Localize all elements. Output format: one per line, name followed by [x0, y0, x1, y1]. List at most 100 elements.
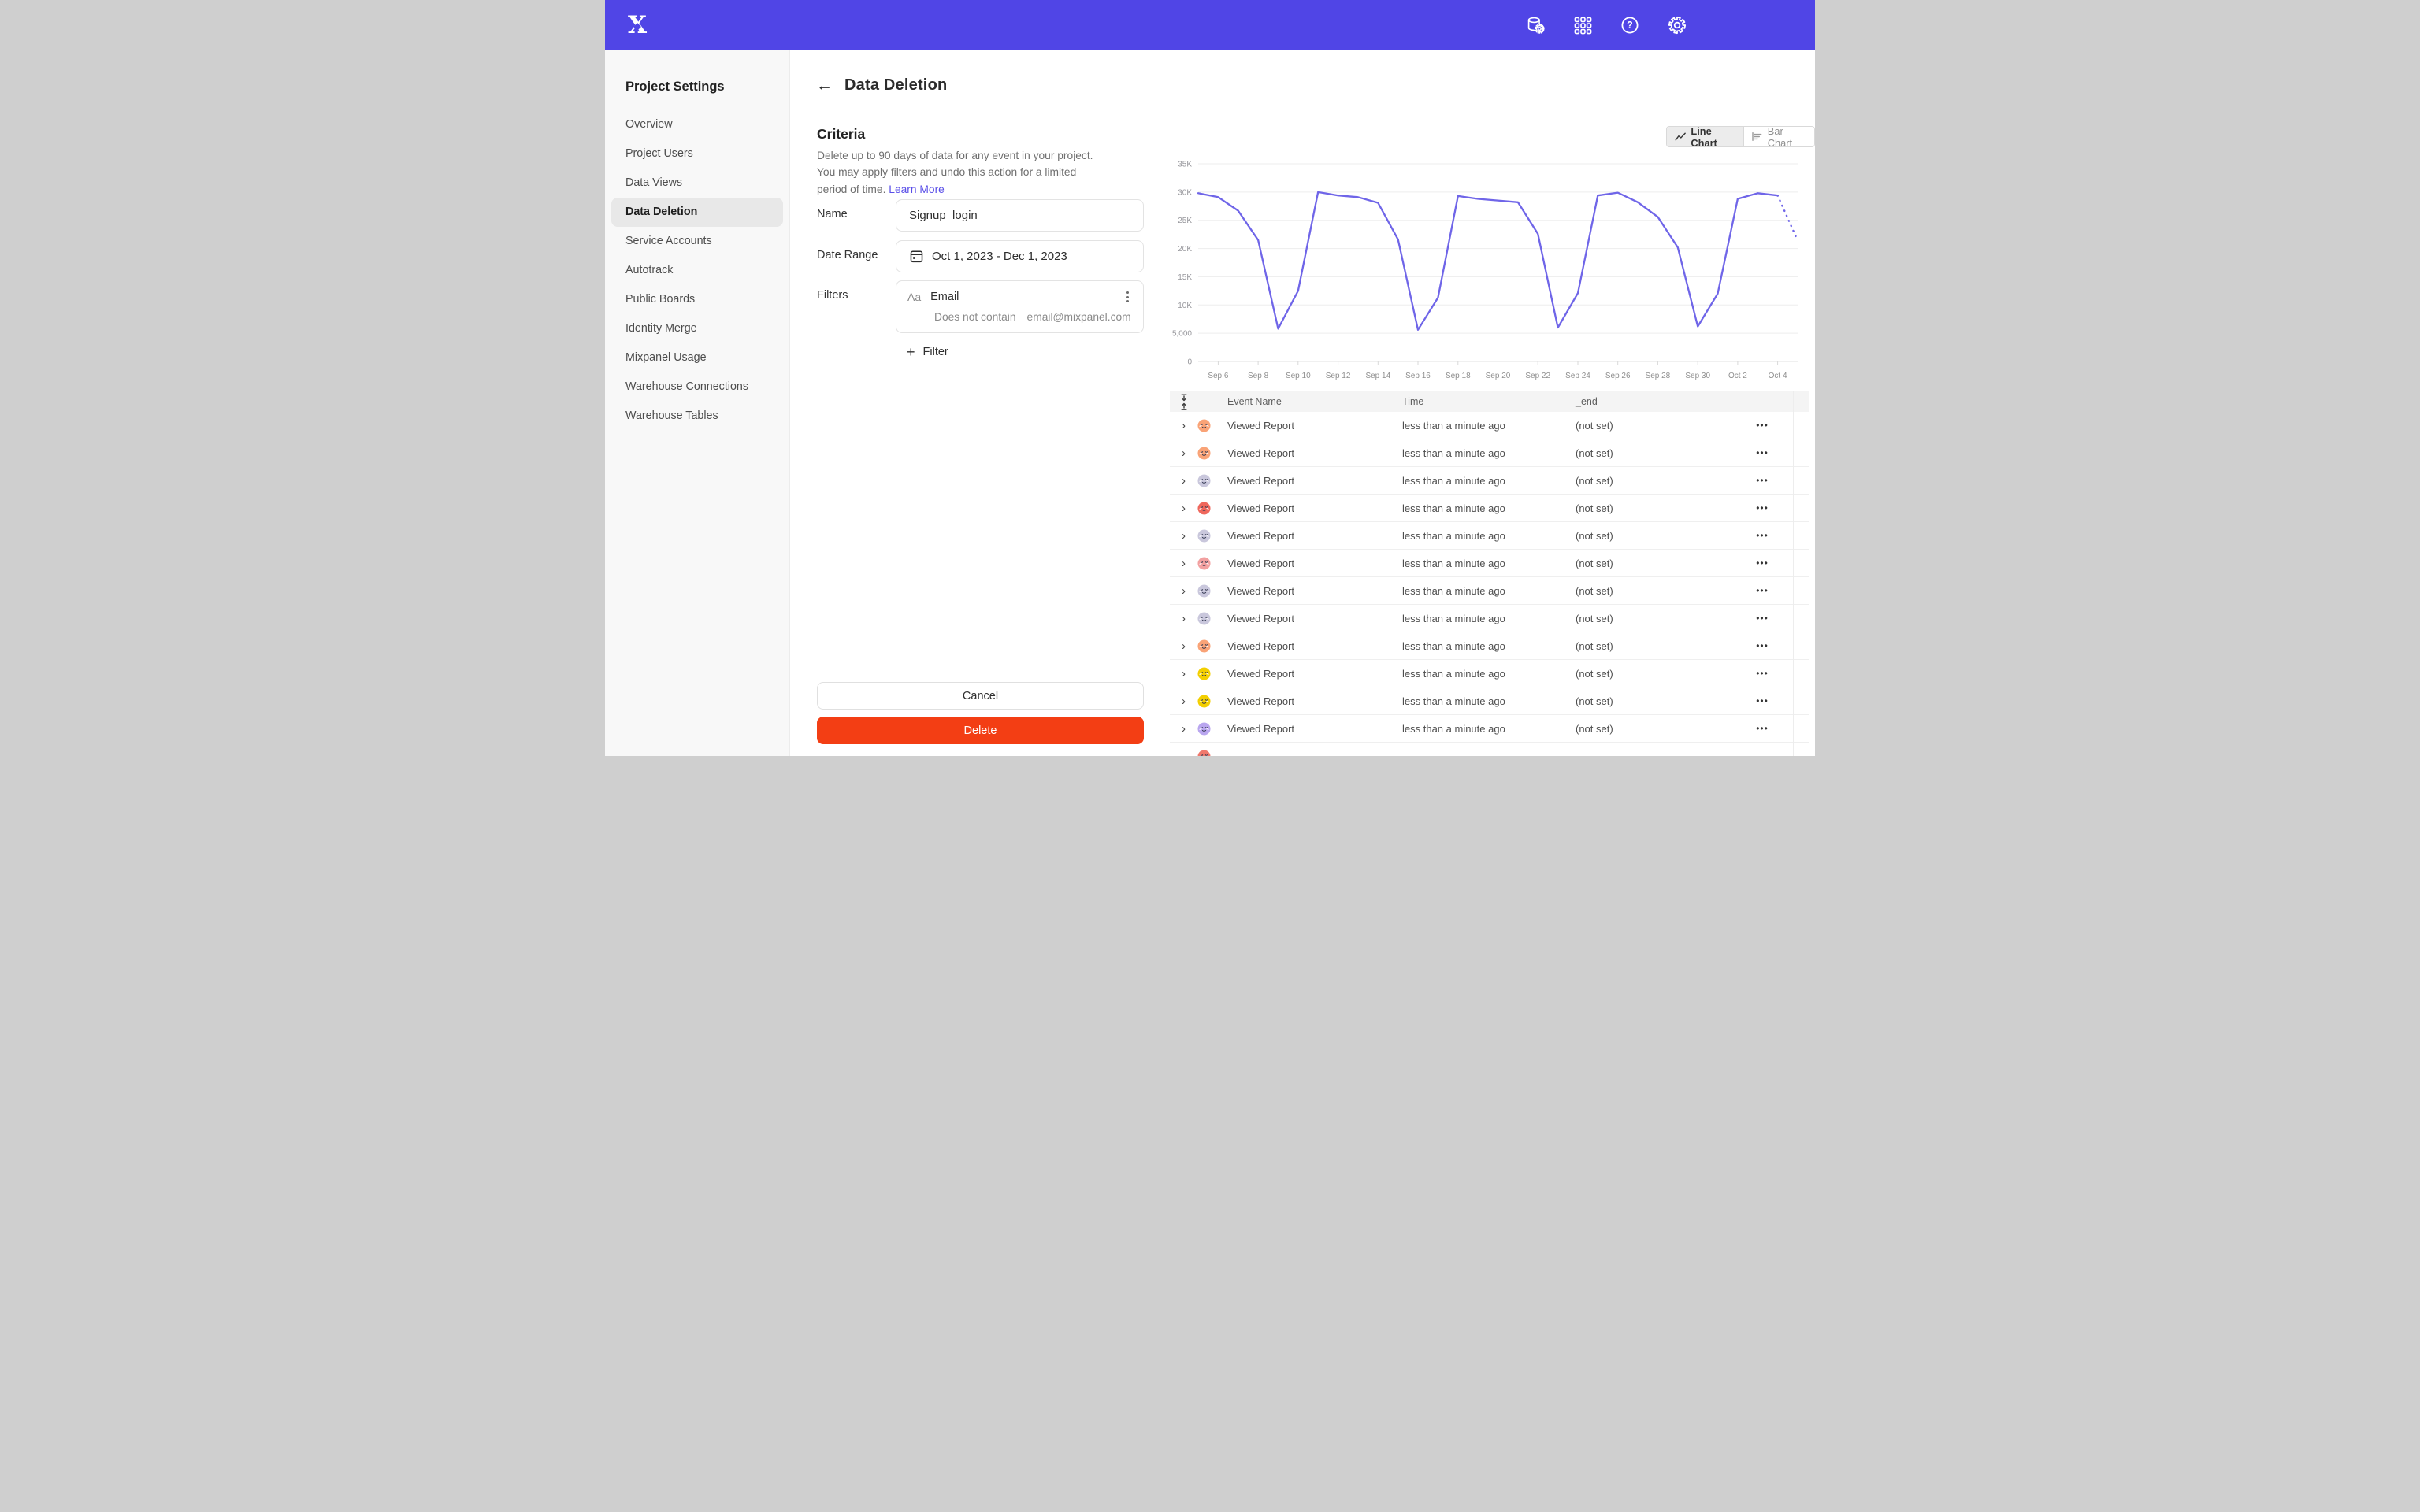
sidebar-item-data-views[interactable]: Data Views	[611, 169, 783, 198]
settings-gear-icon[interactable]	[1667, 15, 1687, 35]
svg-text:Sep 24: Sep 24	[1565, 372, 1590, 380]
cell-time: less than a minute ago	[1402, 585, 1576, 597]
cell-end: (not set)	[1576, 640, 1731, 652]
col-header-event-name[interactable]: Event Name	[1227, 396, 1402, 407]
back-button[interactable]: ←	[816, 77, 833, 94]
table-row[interactable]: ›Viewed Reportless than a minute ago(not…	[1170, 687, 1809, 715]
sidebar-item-project-users[interactable]: Project Users	[611, 139, 783, 169]
cell-end: (not set)	[1576, 502, 1731, 514]
table-row[interactable]: ›Viewed Reportless than a minute ago(not…	[1170, 550, 1809, 577]
sidebar-item-service-accounts[interactable]: Service Accounts	[611, 227, 783, 256]
line-chart-label: Line Chart	[1691, 126, 1735, 147]
expand-chevron-icon[interactable]: ›	[1170, 722, 1197, 736]
more-horizontal-icon[interactable]: •••	[1731, 420, 1793, 431]
more-horizontal-icon[interactable]: •••	[1731, 668, 1793, 679]
mixpanel-logo[interactable]: X	[622, 9, 653, 41]
add-filter-label: Filter	[923, 346, 948, 358]
sidebar-item-public-boards[interactable]: Public Boards	[611, 285, 783, 314]
table-row[interactable]: ›Viewed Reportless than a minute ago(not…	[1170, 522, 1809, 550]
table-row[interactable]: ›Viewed Reportless than a minute ago(not…	[1170, 439, 1809, 467]
expand-chevron-icon[interactable]: ›	[1170, 584, 1197, 598]
expand-chevron-icon[interactable]: ›	[1170, 612, 1197, 625]
sidebar-item-data-deletion[interactable]: Data Deletion	[611, 198, 783, 227]
avatar	[1197, 667, 1211, 680]
cell-end: (not set)	[1576, 420, 1731, 432]
svg-text:0: 0	[1187, 358, 1192, 367]
expand-chevron-icon[interactable]: ›	[1170, 419, 1197, 432]
bar-chart-toggle[interactable]: Bar Chart	[1744, 127, 1814, 146]
delete-button[interactable]: Delete	[817, 717, 1144, 744]
expand-chevron-icon[interactable]: ›	[1170, 667, 1197, 680]
cell-time: less than a minute ago	[1402, 447, 1576, 459]
more-horizontal-icon[interactable]: •••	[1731, 723, 1793, 734]
help-icon[interactable]: ?	[1620, 15, 1640, 35]
name-input[interactable]: Signup_login	[896, 199, 1144, 232]
more-horizontal-icon[interactable]: •••	[1731, 502, 1793, 513]
topbar: X	[605, 0, 1815, 50]
cell-end: (not set)	[1576, 695, 1731, 707]
events-table: Event Name Time _end ›Viewed Reportless …	[1170, 391, 1809, 756]
avatar	[1197, 447, 1211, 460]
expand-chevron-icon[interactable]: ›	[1170, 474, 1197, 487]
page-title: Data Deletion	[844, 76, 947, 94]
col-header-time[interactable]: Time	[1402, 396, 1576, 407]
sidebar-item-autotrack[interactable]: Autotrack	[611, 256, 783, 285]
cancel-button[interactable]: Cancel	[817, 682, 1144, 710]
sidebar-item-warehouse-connections[interactable]: Warehouse Connections	[611, 372, 783, 402]
filter-value[interactable]: email@mixpanel.com	[1027, 311, 1131, 323]
more-horizontal-icon[interactable]: •••	[1731, 530, 1793, 541]
expand-chevron-icon[interactable]: ›	[1170, 695, 1197, 708]
table-row[interactable]: ›Viewed Reportless than a minute ago(not…	[1170, 632, 1809, 660]
expand-chevron-icon[interactable]: ›	[1170, 529, 1197, 543]
expand-chevron-icon[interactable]: ›	[1170, 557, 1197, 570]
table-row[interactable]: ›Viewed Reportless than a minute ago(not…	[1170, 467, 1809, 495]
table-row[interactable]: › Viewed Reportless than a minute ago(not…	[1170, 495, 1809, 522]
apps-grid-icon[interactable]	[1572, 15, 1593, 35]
bar-chart-icon	[1752, 132, 1762, 142]
svg-text:Sep 6: Sep 6	[1208, 372, 1229, 380]
svg-text:Sep 8: Sep 8	[1248, 372, 1269, 380]
table-row[interactable]: ›Viewed Reportless than a minute ago(not…	[1170, 577, 1809, 605]
date-range-input[interactable]: Oct 1, 2023 - Dec 1, 2023	[896, 240, 1144, 272]
property-type-badge: Aa	[908, 291, 921, 303]
more-horizontal-icon[interactable]: •••	[1731, 695, 1793, 706]
learn-more-link[interactable]: Learn More	[889, 183, 945, 195]
name-label: Name	[817, 199, 896, 232]
filter-operator[interactable]: Does not contain	[934, 311, 1016, 323]
table-row[interactable]: ›Viewed Reportless than a minute ago(not…	[1170, 412, 1809, 439]
database-gear-icon[interactable]	[1525, 15, 1546, 35]
sidebar-item-overview[interactable]: Overview	[611, 110, 783, 139]
expand-chevron-icon[interactable]: ›	[1170, 502, 1197, 515]
criteria-heading: Criteria	[817, 126, 865, 143]
col-header-end[interactable]: _end	[1576, 396, 1731, 407]
table-row[interactable]: ›Viewed Reportless than a minute ago(not…	[1170, 605, 1809, 632]
add-filter-button[interactable]: + Filter	[907, 345, 948, 359]
cell-event-name: Viewed Report	[1227, 502, 1402, 514]
avatar	[1197, 639, 1211, 653]
line-chart-toggle[interactable]: Line Chart	[1667, 127, 1744, 146]
expand-chevron-icon[interactable]: ›	[1170, 447, 1197, 460]
svg-text:Sep 26: Sep 26	[1605, 372, 1631, 380]
criteria-description-text: Delete up to 90 days of data for any eve…	[817, 150, 1093, 195]
more-horizontal-icon[interactable]: •••	[1731, 585, 1793, 596]
kebab-menu-icon[interactable]	[1122, 290, 1134, 304]
cell-end: (not set)	[1576, 530, 1731, 542]
sidebar-item-warehouse-tables[interactable]: Warehouse Tables	[611, 402, 783, 431]
sidebar-item-mixpanel-usage[interactable]: Mixpanel Usage	[611, 343, 783, 372]
cell-time: less than a minute ago	[1402, 502, 1576, 514]
row-sort-icon[interactable]	[1170, 394, 1197, 410]
more-horizontal-icon[interactable]: •••	[1731, 558, 1793, 569]
more-horizontal-icon[interactable]: •••	[1731, 613, 1793, 624]
sidebar-item-identity-merge[interactable]: Identity Merge	[611, 314, 783, 343]
more-horizontal-icon[interactable]: •••	[1731, 475, 1793, 486]
table-header: Event Name Time _end	[1170, 391, 1809, 412]
cell-end: (not set)	[1576, 668, 1731, 680]
table-row-partial[interactable]	[1170, 743, 1809, 756]
more-horizontal-icon[interactable]: •••	[1731, 447, 1793, 458]
table-row[interactable]: ›Viewed Reportless than a minute ago(not…	[1170, 715, 1809, 743]
table-row[interactable]: ›Viewed Reportless than a minute ago(not…	[1170, 660, 1809, 687]
more-horizontal-icon[interactable]: •••	[1731, 640, 1793, 651]
avatar	[1197, 474, 1211, 487]
expand-chevron-icon[interactable]: ›	[1170, 639, 1197, 653]
filter-card[interactable]: Aa Email Does not contain email@mixpanel…	[896, 280, 1144, 333]
